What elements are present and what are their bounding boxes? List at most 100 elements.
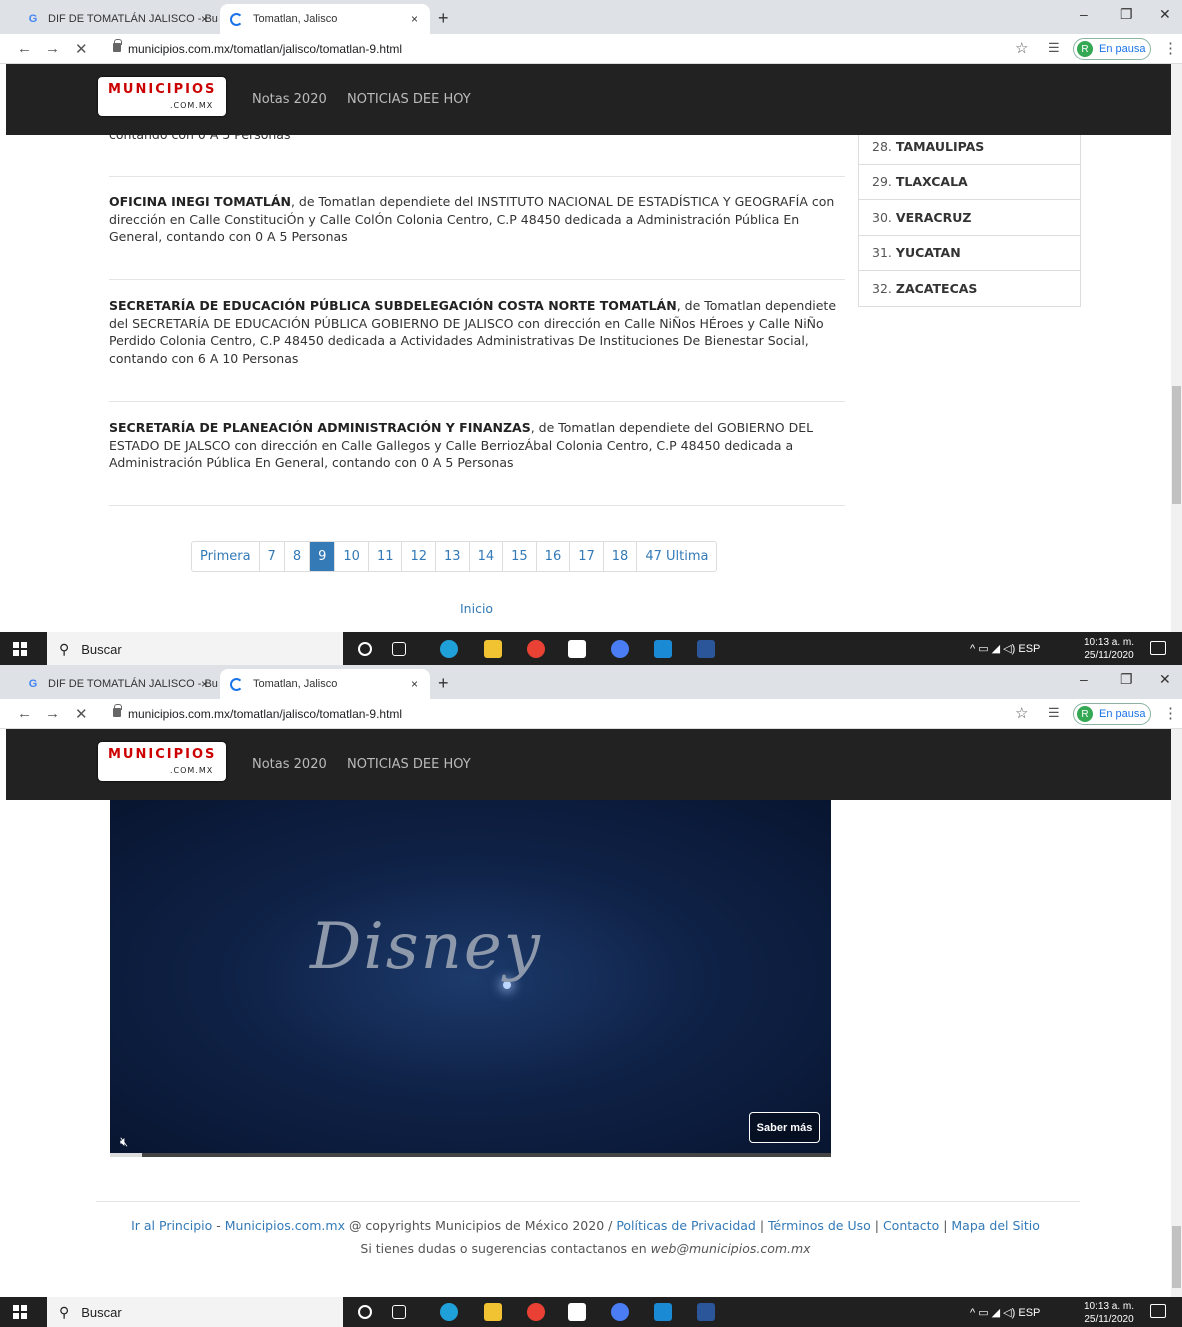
lock-icon[interactable] <box>113 704 122 717</box>
entry-name[interactable]: OFICINA INEGI TOMATLÁN <box>109 194 291 209</box>
footer-link-terminos[interactable]: Términos de Uso <box>768 1218 871 1233</box>
stop-icon[interactable]: ✕ <box>75 40 88 58</box>
task-view-icon[interactable] <box>392 1305 406 1319</box>
word-icon[interactable] <box>697 640 715 658</box>
store-icon[interactable] <box>568 640 586 658</box>
minimize-button[interactable]: – <box>1080 671 1088 687</box>
nav-notas-2020[interactable]: Notas 2020 <box>252 92 327 107</box>
forward-icon[interactable]: → <box>45 705 60 722</box>
new-tab-button[interactable]: + <box>438 673 449 694</box>
bookmark-star-icon[interactable]: ☆ <box>1015 704 1028 722</box>
entry-name[interactable]: SECRETARÍA DE EDUCACIÓN PÚBLICA SUBDELEG… <box>109 298 677 313</box>
scrollbar-thumb[interactable] <box>1172 386 1181 504</box>
edge-icon[interactable] <box>440 1303 458 1321</box>
mail-icon[interactable] <box>654 1303 672 1321</box>
close-window-button[interactable]: ✕ <box>1159 6 1171 23</box>
tab-dif[interactable]: G DIF DE TOMATLÁN JALISCO - Bu × <box>16 669 220 699</box>
cortana-icon[interactable] <box>358 642 372 656</box>
close-window-button[interactable]: ✕ <box>1159 671 1171 688</box>
mail-icon[interactable] <box>654 640 672 658</box>
file-explorer-icon[interactable] <box>484 1303 502 1321</box>
url-field[interactable]: municipios.com.mx/tomatlan/jalisco/tomat… <box>128 707 402 721</box>
page-link[interactable]: 11 <box>369 542 403 571</box>
page-last[interactable]: 47 Ultima <box>637 542 716 571</box>
mute-icon[interactable]: 🔇︎ <box>120 1135 128 1150</box>
edge-icon[interactable] <box>440 640 458 658</box>
language-indicator[interactable]: ESP <box>1018 1307 1040 1319</box>
page-link[interactable]: 12 <box>402 542 437 571</box>
restore-button[interactable]: ❐ <box>1120 6 1133 23</box>
profile-button[interactable]: R En pausa <box>1073 703 1151 725</box>
reading-list-icon[interactable]: ☰ <box>1048 705 1060 721</box>
chrome-icon[interactable] <box>527 1303 545 1321</box>
scrollbar[interactable] <box>1171 64 1182 632</box>
footer-link-privacidad[interactable]: Políticas de Privacidad <box>616 1218 756 1233</box>
page-link[interactable]: 10 <box>335 542 369 571</box>
new-tab-button[interactable]: + <box>438 8 449 29</box>
bookmark-star-icon[interactable]: ☆ <box>1015 39 1028 57</box>
scrollbar[interactable] <box>1171 729 1182 1297</box>
site-logo[interactable]: MUNICIPIOS .COM.MX <box>98 742 226 781</box>
tab-tomatlan[interactable]: Tomatlan, Jalisco × <box>220 4 430 34</box>
cortana-icon[interactable] <box>358 1305 372 1319</box>
page-current[interactable]: 9 <box>310 542 336 571</box>
page-link[interactable]: 7 <box>260 542 285 571</box>
nav-noticias-hoy[interactable]: NOTICIAS DEE HOY <box>347 92 471 107</box>
lock-icon[interactable] <box>113 39 122 52</box>
windows-start-icon[interactable] <box>13 642 27 656</box>
page-link[interactable]: 14 <box>470 542 504 571</box>
sidebar-item-yucatan[interactable]: 31. YUCATAN <box>859 234 1080 271</box>
page-link[interactable]: 16 <box>537 542 571 571</box>
scrollbar-thumb[interactable] <box>1172 1226 1181 1288</box>
tab-close-icon[interactable]: × <box>411 677 418 691</box>
nav-noticias-hoy[interactable]: NOTICIAS DEE HOY <box>347 757 471 772</box>
windows-start-icon[interactable] <box>13 1305 27 1319</box>
back-icon[interactable]: ← <box>17 705 32 722</box>
sidebar-item-veracruz[interactable]: 30. VERACRUZ <box>859 199 1080 235</box>
video-progress[interactable] <box>110 1153 831 1157</box>
footer-email[interactable]: web@municipios.com.mx <box>651 1241 811 1256</box>
stop-icon[interactable]: ✕ <box>75 705 88 723</box>
url-field[interactable]: municipios.com.mx/tomatlan/jalisco/tomat… <box>128 42 402 56</box>
notification-icon[interactable] <box>1150 1304 1166 1318</box>
tab-close-icon[interactable]: × <box>411 12 418 26</box>
word-icon[interactable] <box>697 1303 715 1321</box>
page-link[interactable]: 18 <box>604 542 638 571</box>
profile-button[interactable]: R En pausa <box>1073 38 1151 60</box>
task-view-icon[interactable] <box>392 642 406 656</box>
footer-link-contacto[interactable]: Contacto <box>883 1218 939 1233</box>
clock[interactable]: 10:13 a. m. 25/11/2020 <box>1084 636 1134 662</box>
page-link[interactable]: 13 <box>436 542 470 571</box>
tab-tomatlan[interactable]: Tomatlan, Jalisco × <box>220 669 430 699</box>
entry-name[interactable]: SECRETARÍA DE PLANEACIÓN ADMINISTRACIÓN … <box>109 420 531 435</box>
reading-list-icon[interactable]: ☰ <box>1048 40 1060 56</box>
tab-close-icon[interactable]: × <box>201 677 208 691</box>
language-indicator[interactable]: ESP <box>1018 643 1040 655</box>
page-link[interactable]: 17 <box>570 542 604 571</box>
saber-mas-button[interactable]: Saber más <box>749 1112 820 1143</box>
file-explorer-icon[interactable] <box>484 640 502 658</box>
chrome-canary-icon[interactable] <box>611 640 629 658</box>
video-ad[interactable]: Disney Saber más 🔇︎ <box>110 800 831 1157</box>
menu-icon[interactable]: ⋮ <box>1163 39 1178 57</box>
restore-button[interactable]: ❐ <box>1120 671 1133 688</box>
tab-close-icon[interactable]: × <box>201 12 208 26</box>
page-link[interactable]: 8 <box>285 542 311 571</box>
sidebar-item-zacatecas[interactable]: 32. ZACATECAS <box>859 270 1080 306</box>
minimize-button[interactable]: – <box>1080 6 1088 22</box>
footer-link-ir-al-principio[interactable]: Ir al Principio <box>131 1218 212 1233</box>
system-tray[interactable]: ^ ▭ ◢ ◁) ESP <box>970 1306 1040 1319</box>
page-first[interactable]: Primera <box>192 542 260 571</box>
back-icon[interactable]: ← <box>17 40 32 57</box>
footer-link-municipios[interactable]: Municipios.com.mx <box>225 1218 345 1233</box>
site-logo[interactable]: MUNICIPIOS .COM.MX <box>98 77 226 116</box>
nav-notas-2020[interactable]: Notas 2020 <box>252 757 327 772</box>
sidebar-item-tlaxcala[interactable]: 29. TLAXCALA <box>859 163 1080 200</box>
system-tray[interactable]: ^ ▭ ◢ ◁) ESP <box>970 642 1040 655</box>
chrome-icon[interactable] <box>527 640 545 658</box>
notification-icon[interactable] <box>1150 641 1166 655</box>
page-link[interactable]: 15 <box>503 542 537 571</box>
tab-dif[interactable]: G DIF DE TOMATLÁN JALISCO - Bu × <box>16 4 220 34</box>
inicio-link[interactable]: Inicio <box>460 601 493 616</box>
taskbar-search[interactable]: ⚲ Buscar <box>47 632 343 665</box>
